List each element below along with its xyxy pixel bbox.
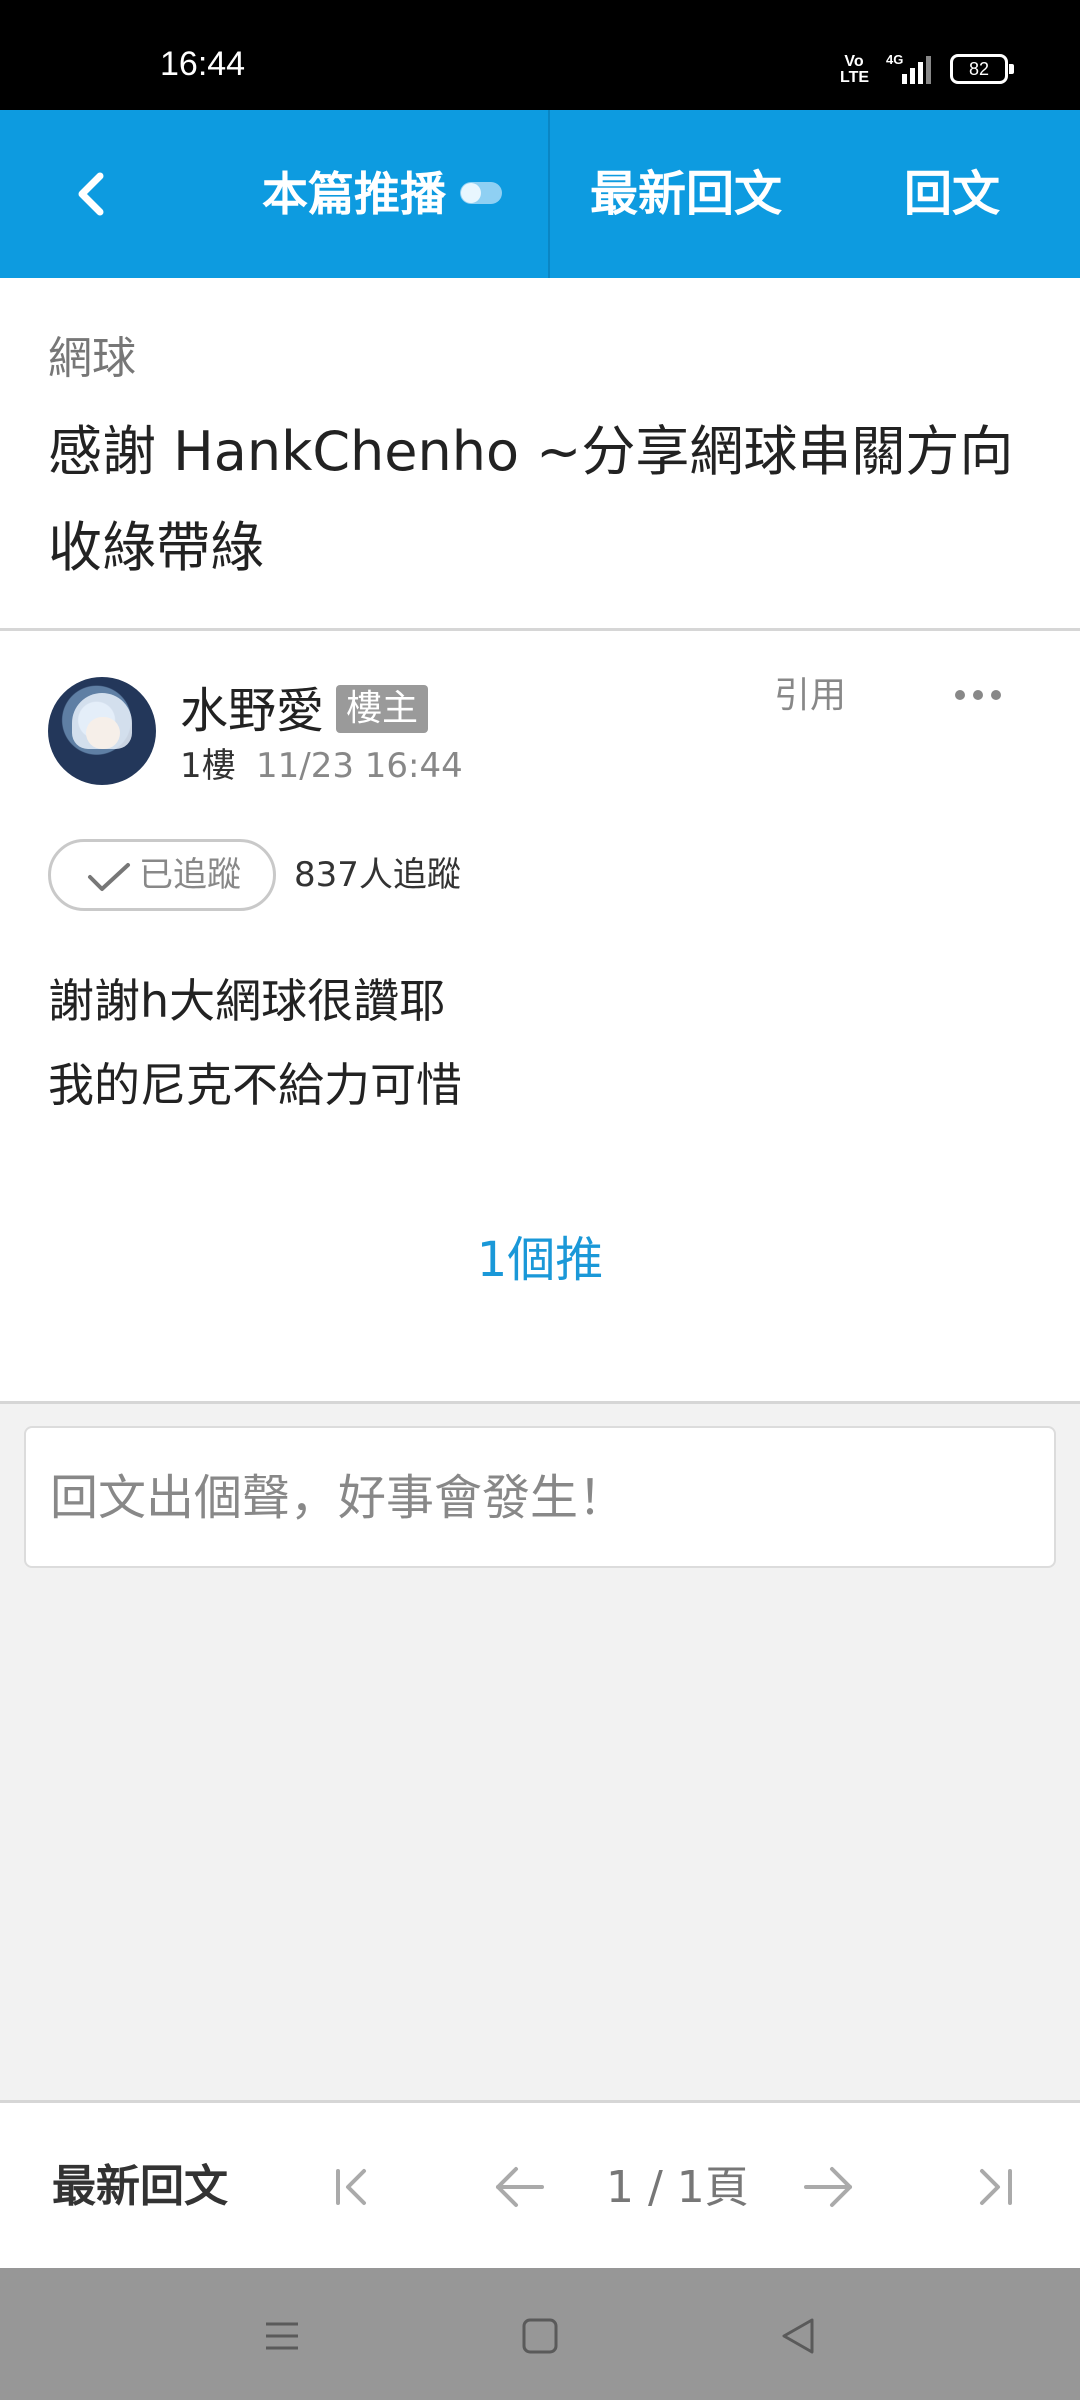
quote-button[interactable]: 引用	[774, 673, 846, 719]
follower-count: 837人追蹤	[294, 855, 461, 895]
avatar-face	[86, 717, 120, 749]
more-dots-icon[interactable]	[954, 687, 1002, 703]
author-name[interactable]: 水野愛	[180, 683, 324, 739]
reply-placeholder: 回文出個聲，好事會發生！	[50, 1470, 627, 1526]
board-name[interactable]: 網球	[48, 334, 136, 384]
battery-icon: 82	[950, 54, 1014, 84]
tab-push[interactable]: 本篇推播	[262, 166, 446, 222]
first-page-icon[interactable]	[324, 2159, 384, 2215]
latest-replies-button[interactable]: 最新回文	[52, 2159, 228, 2215]
reply-input[interactable]: 回文出個聲，好事會發生！	[24, 1426, 1056, 1568]
network-label: 4G	[886, 52, 903, 67]
check-icon	[88, 863, 130, 891]
system-nav-bar	[0, 2268, 1080, 2400]
menu-icon[interactable]	[252, 2308, 312, 2364]
arrow-right-icon[interactable]	[798, 2159, 858, 2215]
follow-label: 已追蹤	[139, 855, 241, 895]
page-indicator[interactable]: 1 / 1頁	[606, 2161, 749, 2215]
floor-number: 1樓	[180, 746, 236, 786]
battery-level: 82	[968, 59, 990, 79]
last-page-icon[interactable]	[968, 2159, 1028, 2215]
status-bar: 16:44 Vo LTE 4G 82	[0, 0, 1080, 110]
push-count[interactable]: 1個推	[0, 1231, 1080, 1289]
arrow-left-icon[interactable]	[490, 2159, 550, 2215]
back-button[interactable]	[64, 162, 120, 226]
home-icon[interactable]	[510, 2308, 570, 2364]
pagination-bar: 最新回文 1 / 1頁	[0, 2100, 1080, 2268]
divider	[548, 110, 550, 278]
follow-button[interactable]: 已追蹤	[48, 839, 276, 911]
thread-title: 感謝 HankChenho ~分享網球串關方向收綠帶綠	[48, 420, 1014, 579]
thread-header: 網球 感謝 HankChenho ~分享網球串關方向收綠帶綠	[0, 278, 1080, 628]
signal-icon: 4G	[886, 52, 931, 84]
volte-icon: Vo LTE	[840, 53, 870, 86]
tab-latest-replies[interactable]: 最新回文	[590, 166, 782, 222]
post-content: 謝謝h大網球很讚耶 我的尼克不給力可惜	[48, 974, 462, 1112]
post: 水野愛 樓主 1樓 11/23 16:44 引用 已追蹤 837人追蹤 謝謝h大…	[0, 631, 1080, 1401]
op-badge: 樓主	[336, 685, 429, 733]
status-time: 16:44	[160, 45, 246, 83]
divider	[0, 1401, 1080, 1404]
toggle-icon[interactable]	[460, 182, 502, 204]
post-date: 11/23 16:44	[256, 746, 463, 786]
avatar[interactable]	[48, 677, 156, 785]
tab-reply[interactable]: 回文	[904, 166, 1000, 222]
app-bar: 本篇推播 最新回文 回文	[0, 110, 1080, 278]
back-nav-icon[interactable]	[768, 2308, 828, 2364]
